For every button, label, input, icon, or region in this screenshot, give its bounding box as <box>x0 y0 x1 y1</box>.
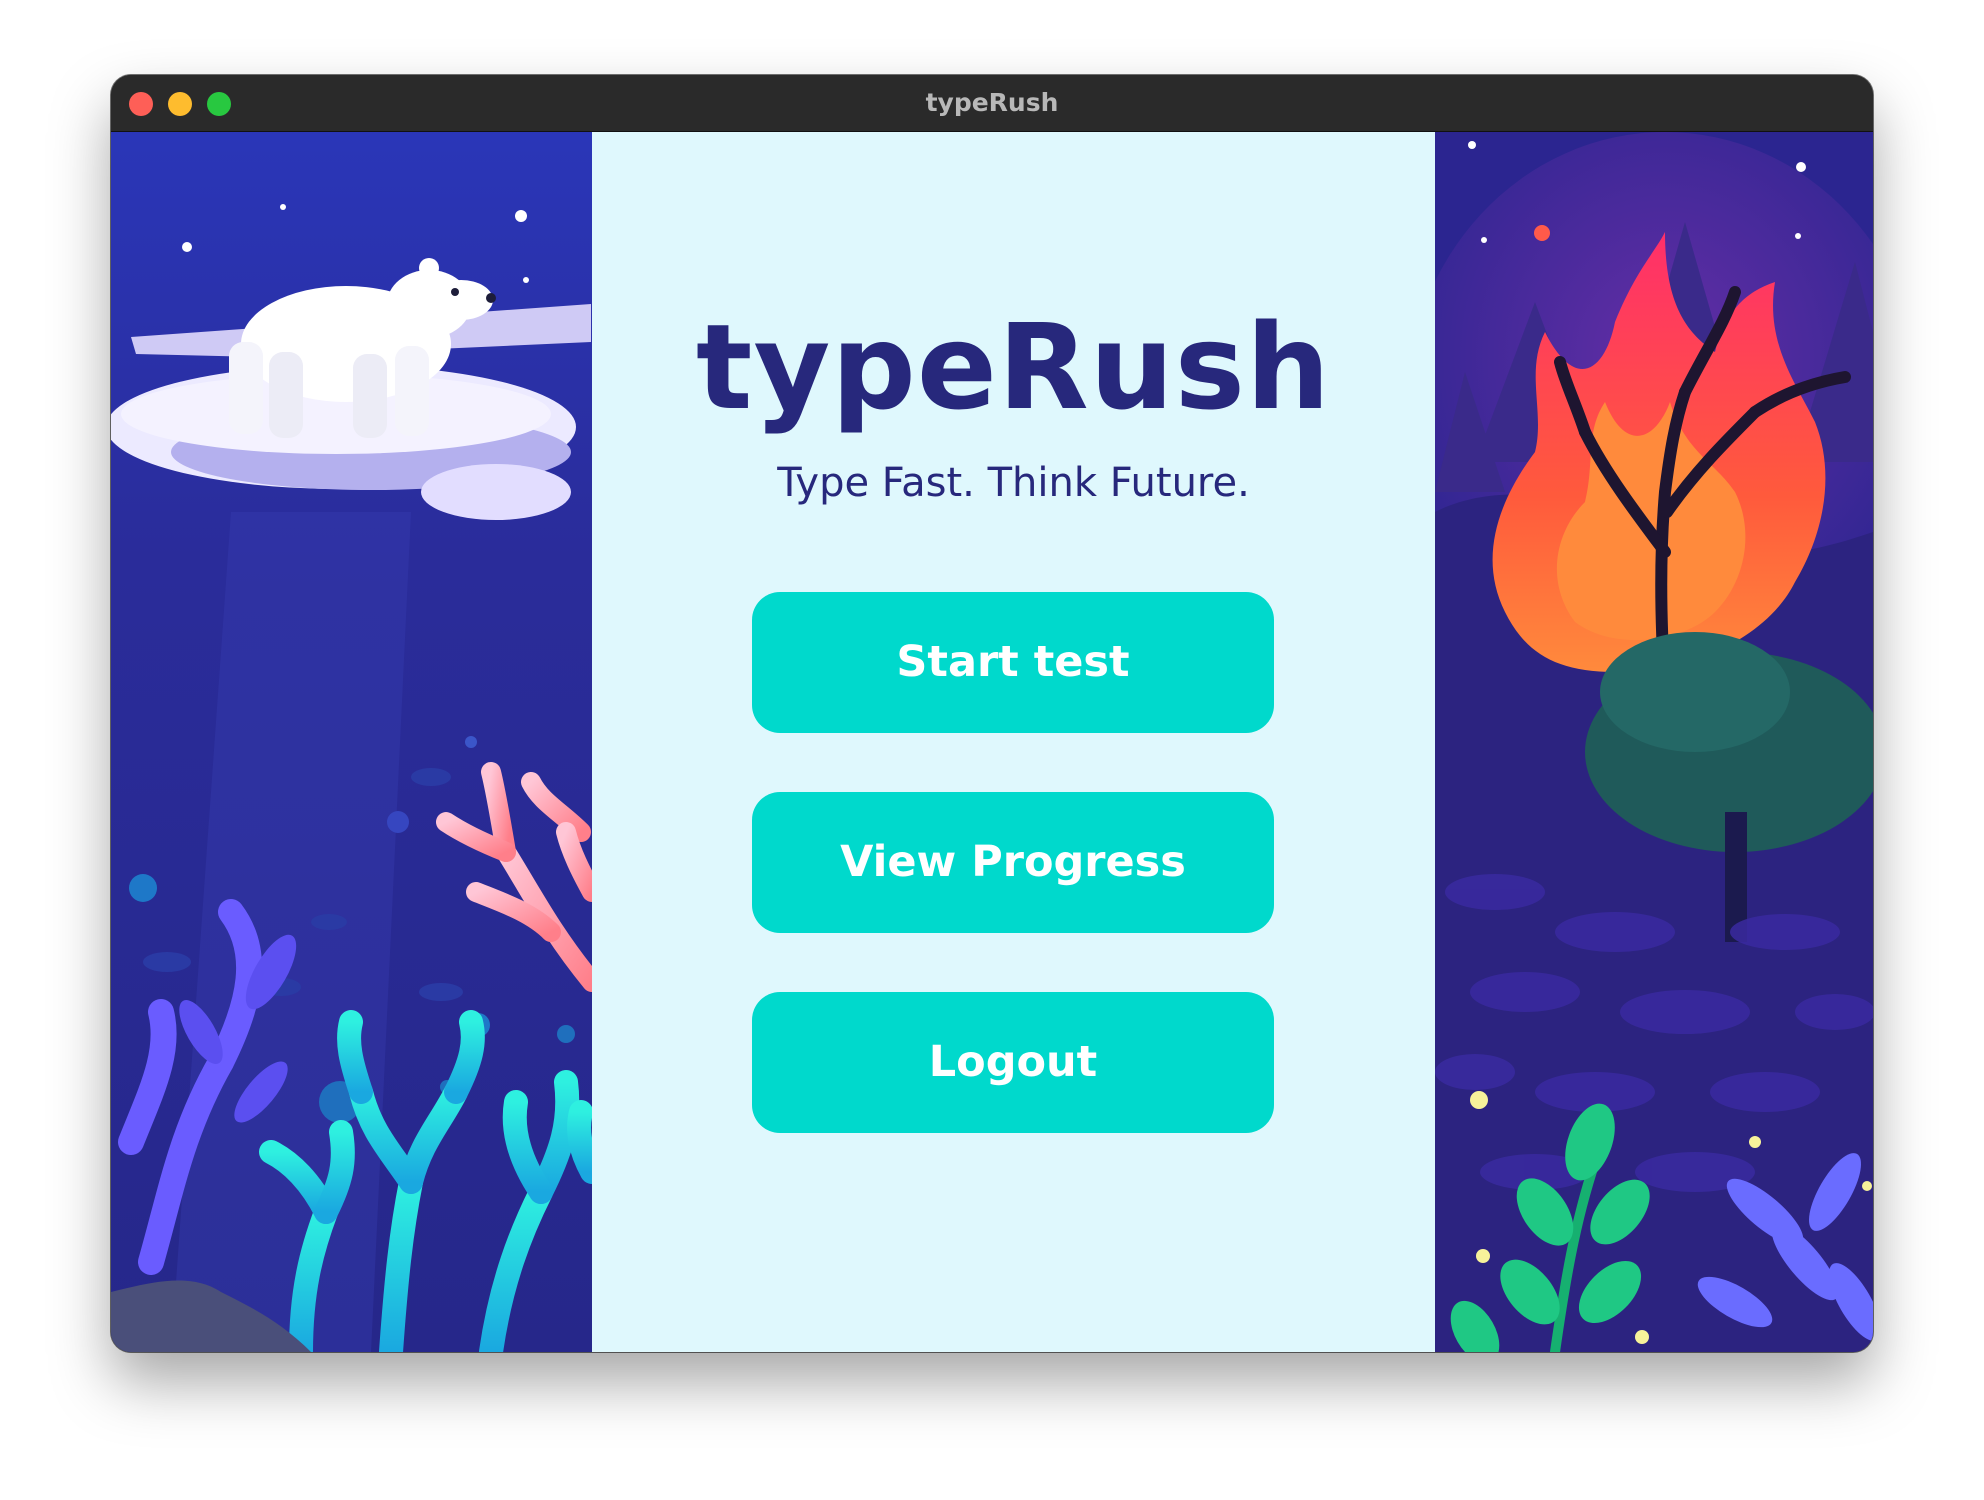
logout-button[interactable]: Logout <box>752 992 1274 1133</box>
ocean-illustration <box>111 132 592 1352</box>
main-menu-panel: typeRush Type Fast. Think Future. Start … <box>592 132 1435 1352</box>
start-test-button[interactable]: Start test <box>752 592 1274 733</box>
app-tagline: Type Fast. Think Future. <box>777 460 1250 506</box>
view-progress-button[interactable]: View Progress <box>752 792 1274 933</box>
window-title: typeRush <box>925 88 1059 117</box>
app-content: typeRush Type Fast. Think Future. Start … <box>111 132 1873 1352</box>
app-window: typeRush typeRush Type Fast. Think Futur… <box>111 75 1873 1352</box>
forest-fire-illustration <box>1435 132 1873 1352</box>
app-title: typeRush <box>696 298 1331 436</box>
title-bar: typeRush <box>111 75 1873 132</box>
